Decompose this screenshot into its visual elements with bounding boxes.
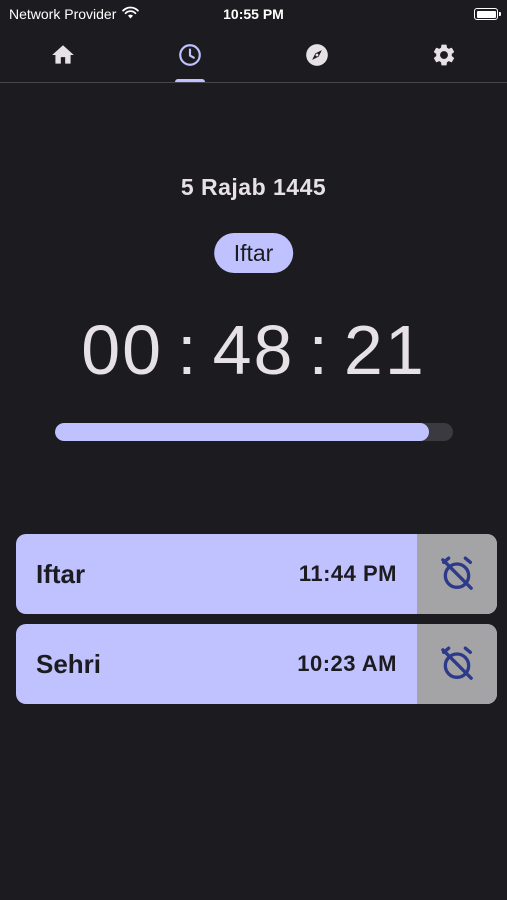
countdown-minutes: 48: [212, 311, 295, 389]
alarm-off-icon: [441, 646, 473, 680]
tab-qibla[interactable]: [254, 28, 381, 82]
alarm-toggle-button[interactable]: [417, 534, 497, 614]
prayer-card-sehri[interactable]: Sehri 10:23 AM: [16, 624, 497, 704]
countdown-progress-fill: [55, 423, 430, 441]
prayer-card-iftar[interactable]: Iftar 11:44 PM: [16, 534, 497, 614]
top-tab-bar: [0, 28, 507, 83]
countdown-seconds: 21: [343, 311, 426, 389]
tab-home[interactable]: [0, 28, 127, 82]
countdown-separator: :: [308, 311, 330, 389]
wifi-icon: [122, 6, 140, 22]
alarm-toggle-button[interactable]: [417, 624, 497, 704]
prayer-card-main: Iftar 11:44 PM: [16, 534, 417, 614]
tab-settings[interactable]: [380, 28, 507, 82]
prayer-name: Sehri: [36, 648, 102, 679]
tab-schedule[interactable]: [127, 28, 254, 82]
prayer-time: 11:44 PM: [298, 561, 397, 586]
alarm-off-icon: [441, 556, 473, 590]
carrier-label: Network Provider: [9, 6, 117, 22]
status-bar: Network Provider 10:55 PM: [0, 0, 507, 28]
next-event-chip: Iftar: [213, 233, 294, 273]
app-screen: Network Provider 10:55 PM 5 Rajab 1445 I…: [0, 0, 507, 900]
countdown-separator: :: [177, 311, 199, 389]
status-left: Network Provider: [9, 6, 140, 22]
battery-icon: [474, 8, 501, 20]
prayer-time: 10:23 AM: [297, 651, 397, 676]
gear-icon: [433, 44, 454, 66]
compass-icon: [306, 44, 328, 66]
countdown-timer: 00:48:21: [0, 310, 507, 390]
hijri-date: 5 Rajab 1445: [180, 174, 327, 200]
active-tab-indicator: [175, 79, 206, 82]
countdown-progress-bar: [55, 423, 453, 441]
clock-icon: [179, 44, 201, 66]
home-icon: [52, 45, 75, 64]
prayer-name: Iftar: [36, 558, 86, 589]
countdown-hours: 00: [81, 311, 164, 389]
prayer-card-main: Sehri 10:23 AM: [16, 624, 417, 704]
